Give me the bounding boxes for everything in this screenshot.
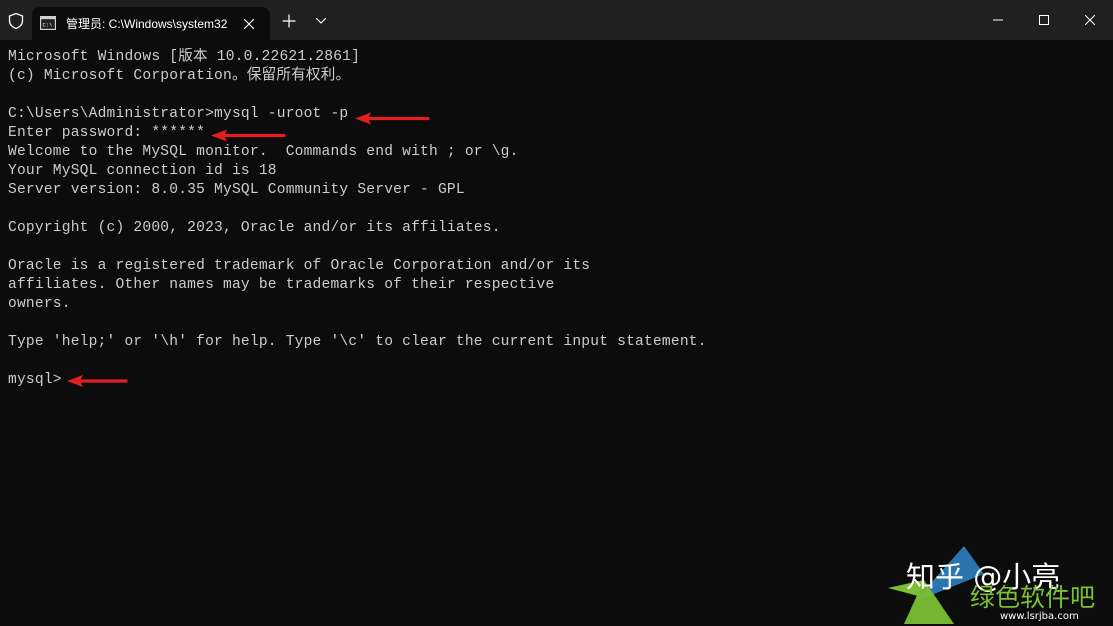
tab-admin-cmd[interactable]: C:\ 管理员: C:\Windows\system32 (32, 7, 270, 40)
plus-icon[interactable] (281, 13, 297, 29)
title-bar[interactable]: C:\ 管理员: C:\Windows\system32 (0, 0, 1113, 40)
minimize-button[interactable] (975, 0, 1021, 40)
tab-title: 管理员: C:\Windows\system32 (66, 17, 228, 31)
terminal-line: owners. (8, 296, 71, 312)
terminal-line: Welcome to the MySQL monitor. Commands e… (8, 144, 519, 160)
terminal-line: mysql> (8, 372, 62, 388)
terminal-line: Enter password: ****** (8, 125, 206, 141)
close-tab-icon[interactable] (240, 15, 258, 33)
terminal-line: Server version: 8.0.35 MySQL Community S… (8, 182, 465, 198)
terminal-line: C:\Users\Administrator>mysql -uroot -p (8, 106, 349, 122)
annotation-arrow-icon (355, 112, 430, 125)
terminal-line: Your MySQL connection id is 18 (8, 163, 277, 179)
terminal-line: Copyright (c) 2000, 2023, Oracle and/or … (8, 220, 501, 236)
minimize-icon (993, 19, 1003, 21)
close-icon (1085, 15, 1095, 25)
chevron-down-icon[interactable] (313, 15, 329, 27)
shield-icon (8, 12, 24, 30)
terminal-icon: C:\ (40, 16, 56, 30)
terminal-window: C:\ 管理员: C:\Windows\system32 Microsoft W… (0, 0, 1113, 626)
watermark-site-url: www.lsrjba.com (1000, 611, 1079, 622)
svg-text:C:\: C:\ (43, 22, 53, 29)
annotation-arrow-icon (211, 129, 286, 142)
watermark-site-name: 绿色软件吧 (970, 583, 1096, 612)
annotation-arrow-icon (67, 375, 128, 387)
close-window-button[interactable] (1067, 0, 1113, 40)
terminal-line: Oracle is a registered trademark of Orac… (8, 258, 591, 274)
terminal-line: Type 'help;' or '\h' for help. Type '\c'… (8, 334, 707, 350)
maximize-icon (1039, 15, 1049, 25)
terminal-line: Microsoft Windows [版本 10.0.22621.2861] (8, 49, 361, 65)
terminal-line: (c) Microsoft Corporation。保留所有权利。 (8, 68, 351, 84)
terminal-line: affiliates. Other names may be trademark… (8, 277, 555, 293)
terminal-output[interactable]: Microsoft Windows [版本 10.0.22621.2861] (c… (8, 48, 1098, 618)
maximize-button[interactable] (1021, 0, 1067, 40)
